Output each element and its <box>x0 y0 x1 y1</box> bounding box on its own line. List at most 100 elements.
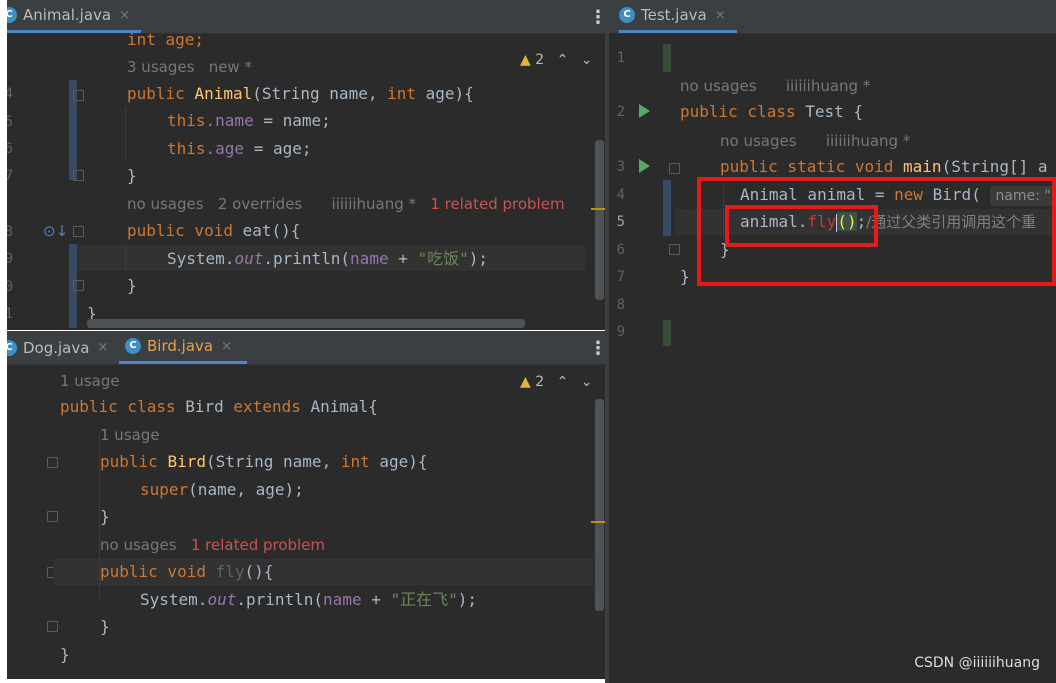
line-number: 7 <box>7 168 13 184</box>
tab-label: Animal.java <box>23 6 112 24</box>
tab-test-java[interactable]: C Test.java × <box>619 0 737 33</box>
more-options-icon[interactable]: ⋮ <box>589 7 605 28</box>
fold-marker-icon[interactable] <box>47 621 58 632</box>
next-highlight-icon[interactable]: ⌄ <box>581 374 593 390</box>
code-line: } <box>100 617 110 636</box>
code-line: public class Bird extends Animal{ <box>60 397 378 416</box>
line-number: 8 <box>7 224 13 240</box>
code-vision-hint[interactable]: 1 usage <box>100 425 160 445</box>
code-line: System.out.println(name + "吃饭"); <box>167 249 489 268</box>
warning-icon: ▲ <box>520 374 531 390</box>
editor-pane-bird[interactable]: C Dog.java × C Bird.java × ⋮ ▲ 2 ⌃ ⌄ 1 u… <box>7 331 605 679</box>
line-number: 5 <box>616 214 625 230</box>
tab-label: Dog.java <box>23 338 90 357</box>
override-marker-icon[interactable]: ⊙↓ <box>43 222 68 240</box>
inspection-widget[interactable]: ▲ 2 ⌃ ⌄ <box>520 374 593 390</box>
code-vision-hint[interactable]: no usages iiiiiihuang * <box>680 76 870 96</box>
fold-marker-icon[interactable] <box>73 170 84 181</box>
vcs-added-marker <box>663 44 671 72</box>
line-number: 9 <box>7 251 13 267</box>
line-number: 5 <box>7 114 13 130</box>
line-number: 7 <box>616 269 625 285</box>
line-number: 1 <box>616 50 625 66</box>
code-line: int age; <box>127 30 205 49</box>
code-vision-hint[interactable]: no usages 1 related problem <box>100 535 325 555</box>
tab-label: Test.java <box>641 6 707 24</box>
line-number: 2 <box>616 104 625 120</box>
fold-marker-icon[interactable] <box>669 244 680 255</box>
fold-marker-icon[interactable] <box>73 226 84 237</box>
horizontal-scrollbar[interactable] <box>87 319 525 328</box>
next-highlight-icon[interactable]: ⌄ <box>581 52 593 68</box>
line-number: 6 <box>7 141 13 157</box>
code-line: public void fly(){ <box>100 562 274 581</box>
code-line: public static void main(String[] a <box>720 157 1048 176</box>
code-line: } <box>127 276 137 295</box>
fold-marker-icon[interactable] <box>73 90 84 101</box>
tab-label: Bird.java <box>147 337 214 355</box>
tab-dog-java[interactable]: C Dog.java × <box>7 331 108 364</box>
tab-bar: C Animal.java × ⋮ <box>7 0 605 34</box>
close-tab-icon[interactable]: × <box>715 8 726 23</box>
code-line: public class Test { <box>680 102 864 121</box>
code-vision-hint[interactable]: 1 usage <box>60 371 120 391</box>
code-line: public void eat(){ <box>127 221 301 240</box>
line-number: 1 <box>7 306 13 322</box>
run-gutter-icon[interactable] <box>639 159 650 173</box>
code-line: System.out.println(name + "正在飞"); <box>140 590 478 609</box>
code-line: this.name = name; <box>167 111 331 130</box>
class-c-icon: C <box>125 338 141 354</box>
vcs-added-marker <box>663 320 671 346</box>
warning-count: 2 <box>535 52 545 68</box>
tab-bird-java[interactable]: C Bird.java × <box>119 331 247 364</box>
warning-stripe-marker[interactable] <box>591 208 605 210</box>
close-tab-icon[interactable]: × <box>97 340 108 355</box>
code-line: } <box>680 267 690 286</box>
vcs-change-marker <box>663 180 671 236</box>
prev-highlight-icon[interactable]: ⌃ <box>557 374 569 390</box>
indent-guide <box>125 245 126 271</box>
prev-highlight-icon[interactable]: ⌃ <box>557 52 569 68</box>
fold-marker-icon[interactable] <box>47 457 58 468</box>
close-tab-icon[interactable]: × <box>119 8 130 23</box>
editor-pane-animal[interactable]: C Animal.java × ⋮ 4 5 6 7 8 9 0 1 ⊙↓ ▲ 2… <box>7 0 605 330</box>
line-number: 9 <box>616 324 625 340</box>
code-line: } <box>60 645 70 664</box>
indent-guide <box>125 108 126 162</box>
warning-stripe-marker[interactable] <box>591 521 605 523</box>
warning-count: 2 <box>535 374 545 390</box>
line-number: 6 <box>616 242 625 258</box>
vertical-scrollbar[interactable] <box>595 399 604 611</box>
vertical-scrollbar[interactable] <box>595 140 604 300</box>
fold-marker-icon[interactable] <box>47 511 58 522</box>
editor-pane-test[interactable]: C Test.java × 1 2 3 4 5 6 7 8 9 no usage… <box>609 0 1056 683</box>
line-number: 0 <box>7 279 13 295</box>
code-line: public Bird(String name, int age){ <box>100 452 428 471</box>
class-c-icon: C <box>619 7 635 23</box>
tab-bar: C Dog.java × C Bird.java × ⋮ <box>7 331 605 365</box>
more-options-icon[interactable]: ⋮ <box>589 338 605 359</box>
warning-icon: ▲ <box>520 52 531 68</box>
tab-animal-java[interactable]: C Animal.java × <box>7 0 141 33</box>
code-line: } <box>100 507 110 526</box>
line-number: 8 <box>616 297 625 313</box>
line-number: 4 <box>7 86 13 102</box>
class-c-icon: C <box>7 339 17 356</box>
tab-bar: C Test.java × <box>609 0 1056 34</box>
fold-marker-icon[interactable] <box>669 163 680 174</box>
inspection-widget[interactable]: ▲ 2 ⌃ ⌄ <box>520 52 593 68</box>
run-gutter-icon[interactable] <box>639 104 650 118</box>
code-line: public Animal(String name, int age){ <box>127 84 474 103</box>
code-line: super(name, age); <box>140 480 304 499</box>
code-vision-hint[interactable]: no usages 2 overrides iiiiiihuang * 1 re… <box>127 194 565 214</box>
close-tab-icon[interactable]: × <box>221 339 232 354</box>
code-line: } <box>127 166 137 185</box>
annotation-box-inner <box>725 205 878 247</box>
line-number: 3 <box>616 159 625 175</box>
code-vision-hint[interactable]: no usages iiiiiihuang * <box>720 131 910 151</box>
code-line: this.age = age; <box>167 139 312 158</box>
class-c-icon: C <box>7 7 17 23</box>
fold-marker-icon[interactable] <box>73 280 84 291</box>
watermark: CSDN @iiiiiihuang <box>914 655 1040 671</box>
code-vision-hint[interactable]: 3 usages new * <box>127 57 252 77</box>
